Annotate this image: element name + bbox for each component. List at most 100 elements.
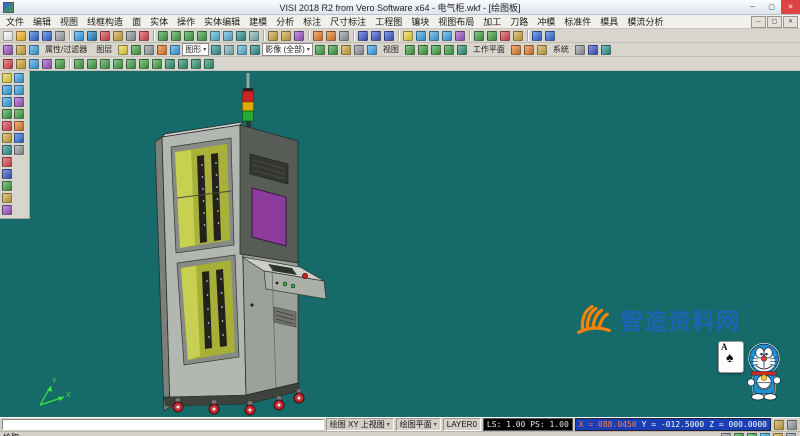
draw-rectangle-icon[interactable] <box>1 96 13 108</box>
help-icon[interactable] <box>544 30 556 42</box>
menu-item[interactable]: 实体编辑 <box>200 15 244 28</box>
attribute-icon[interactable] <box>2 44 14 56</box>
image-wire-icon[interactable] <box>353 44 365 56</box>
image-solid-icon[interactable] <box>327 44 339 56</box>
view-selector[interactable]: 绘图 XY 上视图 ▾ <box>326 418 394 431</box>
wireframe-mode-icon[interactable] <box>248 30 260 42</box>
save-all-icon[interactable] <box>41 30 53 42</box>
measure-distance-icon[interactable] <box>357 30 369 42</box>
snap-intersection-icon[interactable] <box>772 432 784 436</box>
menu-item[interactable]: 实体 <box>146 15 172 28</box>
curve-tool-icon[interactable] <box>1 204 13 216</box>
rotate-view-icon[interactable] <box>222 30 234 42</box>
view-right-icon[interactable] <box>138 58 150 70</box>
snap-grid-icon[interactable] <box>720 432 732 436</box>
menu-item[interactable]: 镶块 <box>407 15 433 28</box>
print-icon[interactable] <box>54 30 66 42</box>
refresh-view-icon[interactable] <box>203 58 215 70</box>
pan-icon[interactable] <box>209 30 221 42</box>
boolean-icon[interactable] <box>499 30 511 42</box>
system-settings-icon[interactable] <box>574 44 586 56</box>
workplane-align-icon[interactable] <box>536 44 548 56</box>
system-tools-icon[interactable] <box>600 44 612 56</box>
menu-item[interactable]: 建模 <box>245 15 271 28</box>
menu-item[interactable]: 分析 <box>272 15 298 28</box>
command-input[interactable] <box>2 419 324 430</box>
profile-mode-icon[interactable] <box>54 58 66 70</box>
workplane-selector[interactable]: 绘图平面 ▾ <box>396 418 441 431</box>
menu-item[interactable]: 面 <box>128 15 145 28</box>
shell-icon[interactable] <box>512 30 524 42</box>
menu-item[interactable]: 模流分析 <box>623 15 667 28</box>
ortho-mode-icon[interactable] <box>28 58 40 70</box>
transparency-icon[interactable] <box>236 44 248 56</box>
shaded-mode-icon[interactable] <box>235 30 247 42</box>
offset-icon[interactable] <box>13 120 25 132</box>
lock-icon[interactable] <box>786 419 798 431</box>
view-iso-icon[interactable] <box>404 44 416 56</box>
view-axon-icon[interactable] <box>73 58 85 70</box>
menu-item[interactable]: 加工 <box>479 15 505 28</box>
copy-icon[interactable] <box>112 30 124 42</box>
zoom-out-icon[interactable] <box>170 30 182 42</box>
system-macro-icon[interactable] <box>587 44 599 56</box>
render-icon[interactable] <box>249 44 261 56</box>
menu-item[interactable]: 编辑 <box>29 15 55 28</box>
view-dynamic-icon[interactable] <box>456 44 468 56</box>
measure-radius-icon[interactable] <box>383 30 395 42</box>
snap-center-icon[interactable] <box>759 432 771 436</box>
new-file-icon[interactable] <box>2 30 14 42</box>
zoom-window-icon[interactable] <box>196 30 208 42</box>
line-icon[interactable] <box>415 30 427 42</box>
view-front2-icon[interactable] <box>99 58 111 70</box>
extrude-tool-icon[interactable] <box>1 180 13 192</box>
filter-icon[interactable] <box>293 30 305 42</box>
origin-icon[interactable] <box>325 30 337 42</box>
info-icon[interactable] <box>531 30 543 42</box>
maximize-button[interactable]: ▢ <box>762 0 781 14</box>
cut-icon[interactable] <box>99 30 111 42</box>
rotate-left-icon[interactable] <box>164 58 176 70</box>
redo-icon[interactable] <box>86 30 98 42</box>
view-front-icon[interactable] <box>430 44 442 56</box>
layer-new-icon[interactable] <box>117 44 129 56</box>
menu-item[interactable]: 刀路 <box>506 15 532 28</box>
menu-item[interactable]: 文件 <box>2 15 28 28</box>
delete-icon[interactable] <box>138 30 150 42</box>
paste-icon[interactable] <box>125 30 137 42</box>
menu-item[interactable]: 线框构造 <box>83 15 127 28</box>
mdi-minimize-button[interactable]: ─ <box>751 16 766 28</box>
view-top2-icon[interactable] <box>86 58 98 70</box>
title-bar[interactable]: VISI 2018 R2 from Vero Software x64 - 电气… <box>0 0 800 15</box>
move-icon[interactable] <box>1 132 13 144</box>
chain-mode-icon[interactable] <box>41 58 53 70</box>
draw-point-icon[interactable] <box>1 72 13 84</box>
layer-on-icon[interactable] <box>130 44 142 56</box>
image-all-icon[interactable] <box>314 44 326 56</box>
save-file-icon[interactable] <box>28 30 40 42</box>
chamfer-icon[interactable] <box>13 108 25 120</box>
delete-entity-icon[interactable] <box>1 156 13 168</box>
layer-current-icon[interactable] <box>156 44 168 56</box>
workplane-group-button[interactable]: 工作平面 <box>469 43 509 56</box>
workplane-xy-icon[interactable] <box>510 44 522 56</box>
minimize-button[interactable]: ─ <box>743 0 762 14</box>
pick-mode-label[interactable]: 拾取 <box>3 432 19 436</box>
view-side-icon[interactable] <box>443 44 455 56</box>
sketch-icon[interactable] <box>1 192 13 204</box>
snap-end-icon[interactable] <box>733 432 745 436</box>
extrude-icon[interactable] <box>473 30 485 42</box>
menu-item[interactable]: 模具 <box>596 15 622 28</box>
workplane-new-icon[interactable] <box>523 44 535 56</box>
view-group-button[interactable]: 视图 <box>379 43 403 56</box>
rotate-right-icon[interactable] <box>177 58 189 70</box>
revolve-icon[interactable] <box>486 30 498 42</box>
select-icon[interactable] <box>267 30 279 42</box>
undo-icon[interactable] <box>73 30 85 42</box>
view-bottom-icon[interactable] <box>151 58 163 70</box>
measure-icon[interactable] <box>1 168 13 180</box>
trim-icon[interactable] <box>1 120 13 132</box>
image-refresh-icon[interactable] <box>366 44 378 56</box>
menu-item[interactable]: 标注 <box>299 15 325 28</box>
grid-icon[interactable] <box>338 30 350 42</box>
